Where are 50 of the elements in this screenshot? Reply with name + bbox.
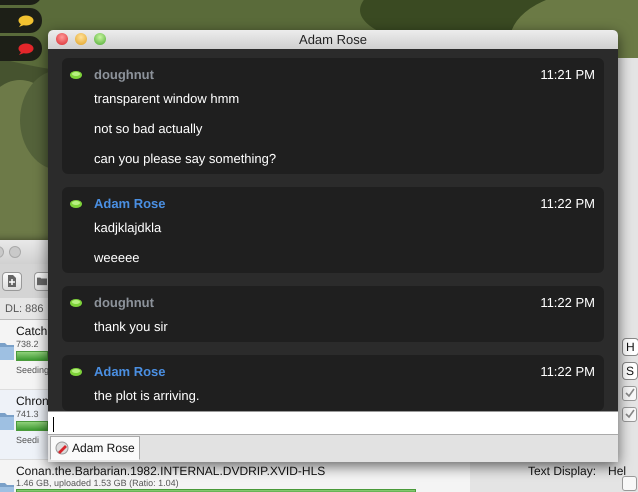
status-dot-icon <box>70 200 82 208</box>
checkbox[interactable] <box>622 407 637 422</box>
torrent-name: Chron <box>16 394 48 408</box>
torrent-name: Catch <box>16 324 48 338</box>
message-time: 11:22 PM <box>540 195 595 214</box>
message-input[interactable] <box>48 411 618 434</box>
dock-pill[interactable] <box>0 8 42 33</box>
checkbox[interactable] <box>622 386 637 401</box>
add-file-icon <box>7 275 17 287</box>
zoom-button[interactable] <box>94 33 106 45</box>
chat-tab[interactable]: Adam Rose <box>50 436 140 460</box>
checkbox[interactable] <box>622 476 637 491</box>
message-text: transparent window hmm <box>94 90 240 108</box>
sender-name: doughnut <box>94 294 154 312</box>
text-display-label: Text Display: <box>528 463 596 480</box>
chat-icon <box>55 441 69 455</box>
folder-button[interactable] <box>34 272 48 290</box>
status-dot-icon <box>70 368 82 376</box>
status-dot-icon <box>70 299 82 307</box>
window-button[interactable] <box>9 246 21 258</box>
sender-name: Adam Rose <box>94 195 166 214</box>
message-time: 11:22 PM <box>540 294 595 312</box>
status-dot-icon <box>70 71 82 79</box>
progress-bar <box>16 421 48 431</box>
folder-icon <box>0 340 14 360</box>
torrent-status: Seeding <box>16 364 48 376</box>
popup-button[interactable]: S <box>622 362 638 380</box>
message-text: can you please say something? <box>94 150 278 168</box>
message-text: not so bad actually <box>94 120 204 138</box>
message-time: 11:21 PM <box>540 66 595 84</box>
message-text: kadjklajdkla <box>94 219 162 237</box>
message-text: thank you sir <box>94 318 169 336</box>
window-title: Adam Rose <box>299 30 367 49</box>
folder-icon <box>37 276 47 286</box>
sender-name: Adam Rose <box>94 363 166 382</box>
torrent-info: 738.2 <box>16 338 40 350</box>
torrent-info: 741.3 <box>16 408 40 420</box>
text-display-value: Hel <box>608 463 626 480</box>
torrent-status: Seedi <box>16 434 40 446</box>
torrent-name: Conan.the.Barbarian.1982.INTERNAL.DVDRIP.XVID-HLS <box>16 464 326 478</box>
message-text: the plot is arriving. <box>94 387 200 405</box>
message-time: 11:22 PM <box>540 363 595 382</box>
close-button[interactable] <box>56 33 68 45</box>
popup-button[interactable]: H <box>622 338 638 356</box>
sender-name: doughnut <box>94 66 154 84</box>
message-text: weeeee <box>94 249 141 267</box>
progress-bar <box>16 351 48 361</box>
torrent-info: 1.46 GB, uploaded 1.53 GB (Ratio: 1.04) <box>16 478 180 489</box>
folder-icon <box>0 410 14 430</box>
add-file-button[interactable] <box>2 272 22 290</box>
